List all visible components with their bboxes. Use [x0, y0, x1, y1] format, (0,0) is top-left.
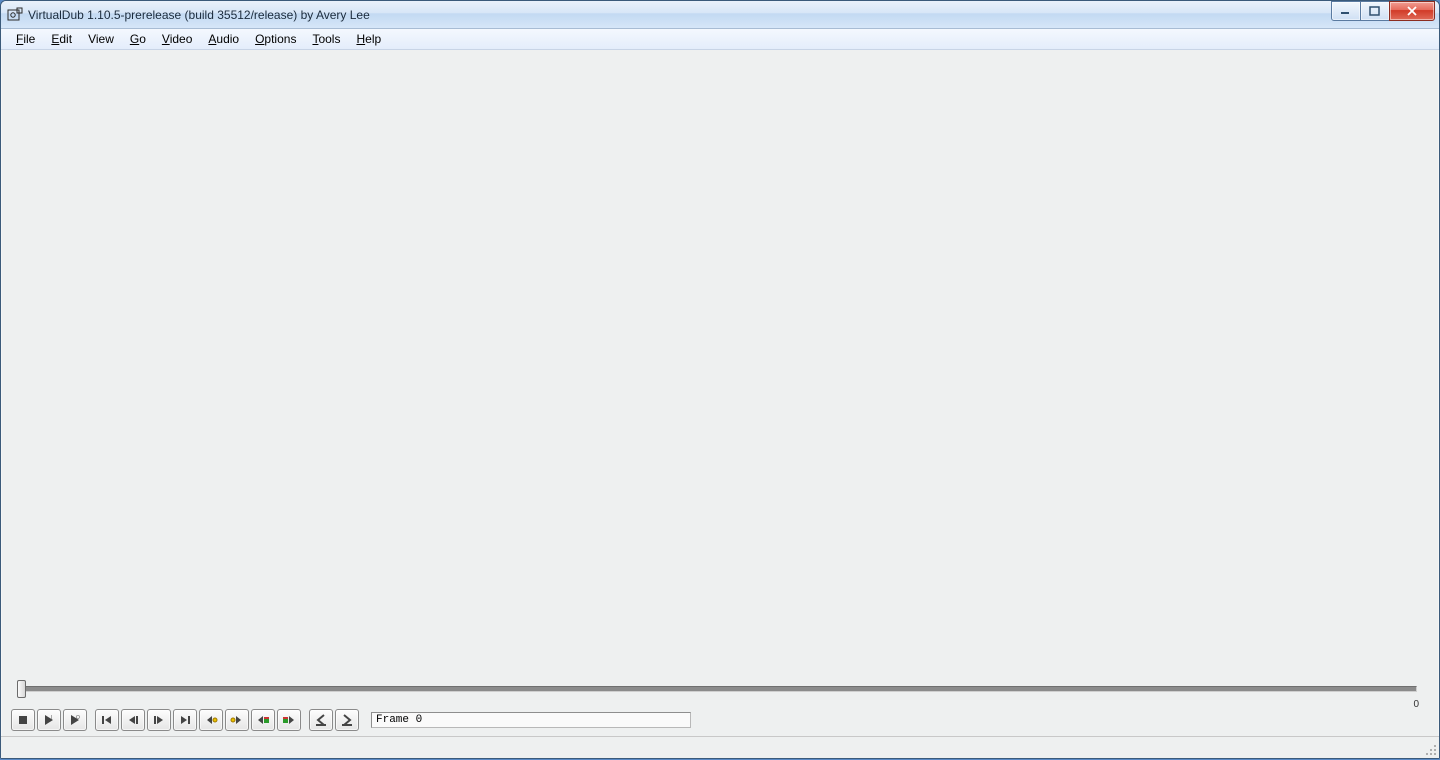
menu-file[interactable]: File: [8, 30, 43, 48]
timeline-thumb[interactable]: [17, 680, 26, 698]
play-output-button[interactable]: O: [63, 709, 87, 731]
scene-next-button[interactable]: [277, 709, 301, 731]
menu-options[interactable]: Options: [247, 30, 304, 48]
mark-in-icon: [314, 713, 328, 727]
minimize-button[interactable]: [1331, 1, 1361, 21]
svg-text:O: O: [76, 715, 80, 721]
go-start-button[interactable]: [95, 709, 119, 731]
mark-in-button[interactable]: [309, 709, 333, 731]
menu-go[interactable]: Go: [122, 30, 154, 48]
mark-out-button[interactable]: [335, 709, 359, 731]
timeline-end-label: 0: [1413, 699, 1419, 710]
scene-prev-button[interactable]: [251, 709, 275, 731]
frame-indicator: Frame 0: [371, 712, 691, 728]
menu-tools[interactable]: Tools: [304, 30, 348, 48]
window-controls: [1332, 1, 1435, 21]
menubar: File Edit View Go Video Audio Options To…: [1, 29, 1439, 50]
window-title: VirtualDub 1.10.5-prerelease (build 3551…: [28, 8, 370, 22]
menu-view[interactable]: View: [80, 30, 122, 48]
stop-icon: [16, 713, 30, 727]
go-end-button[interactable]: [173, 709, 197, 731]
svg-text:I: I: [51, 715, 52, 721]
resize-grip-icon[interactable]: [1423, 742, 1437, 756]
step-forward-button[interactable]: [147, 709, 171, 731]
mark-group: [309, 709, 361, 731]
menu-edit[interactable]: Edit: [43, 30, 80, 48]
step-forward-icon: [152, 713, 166, 727]
scene-prev-icon: [256, 713, 270, 727]
key-next-button[interactable]: [225, 709, 249, 731]
timeline: 0: [1, 678, 1439, 708]
step-back-button[interactable]: [121, 709, 145, 731]
video-pane-area: [5, 52, 1435, 678]
step-back-icon: [126, 713, 140, 727]
maximize-button[interactable]: [1360, 1, 1390, 21]
key-next-icon: [230, 713, 244, 727]
play-input-button[interactable]: I: [37, 709, 61, 731]
menu-help[interactable]: Help: [348, 30, 389, 48]
play-input-icon: I: [42, 713, 56, 727]
transport-toolbar: I O: [1, 708, 1439, 732]
menu-audio[interactable]: Audio: [200, 30, 247, 48]
play-group: I O: [11, 709, 89, 731]
menu-video[interactable]: Video: [154, 30, 200, 48]
go-start-icon: [100, 713, 114, 727]
mark-out-icon: [340, 713, 354, 727]
statusbar: [1, 736, 1439, 758]
titlebar[interactable]: VirtualDub 1.10.5-prerelease (build 3551…: [1, 1, 1439, 29]
nav-group: [95, 709, 303, 731]
go-end-icon: [178, 713, 192, 727]
key-prev-icon: [204, 713, 218, 727]
minimize-icon: [1340, 6, 1352, 16]
stop-button[interactable]: [11, 709, 35, 731]
scene-next-icon: [282, 713, 296, 727]
key-prev-button[interactable]: [199, 709, 223, 731]
timeline-track[interactable]: [23, 686, 1417, 692]
close-button[interactable]: [1389, 1, 1435, 21]
play-output-icon: O: [68, 713, 82, 727]
app-window: VirtualDub 1.10.5-prerelease (build 3551…: [0, 0, 1440, 759]
app-icon: [7, 7, 23, 23]
maximize-icon: [1369, 6, 1381, 16]
close-icon: [1406, 6, 1418, 16]
